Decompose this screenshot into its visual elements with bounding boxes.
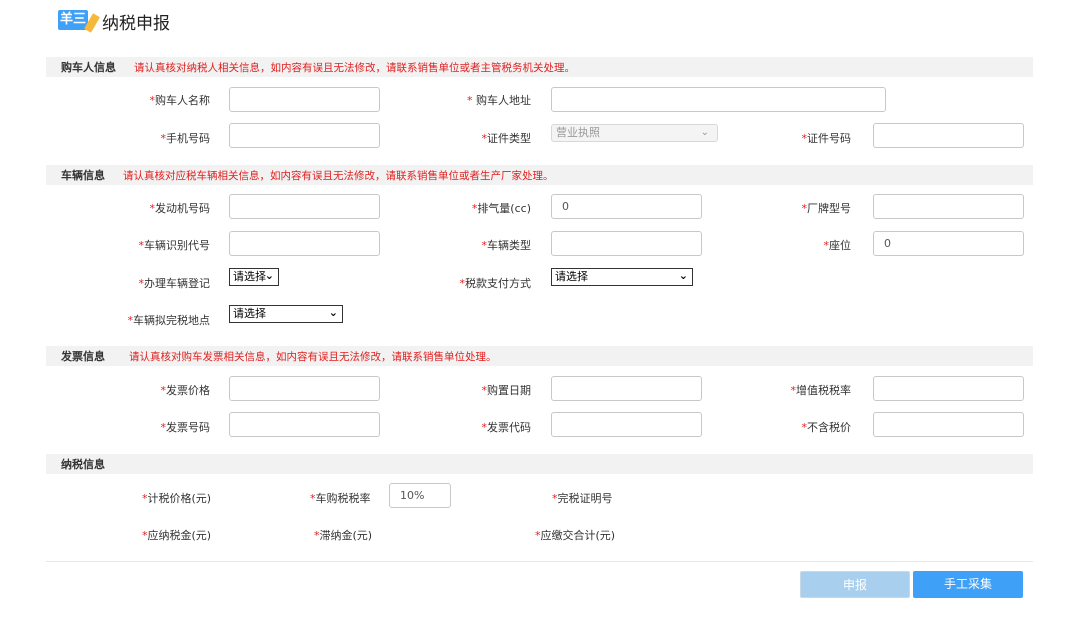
id-type-label: *证件类型 — [481, 132, 532, 145]
section-title: 购车人信息 — [61, 61, 116, 74]
purchase-tax-rate-input[interactable]: 10% — [389, 483, 451, 508]
tax-payable-label: *应纳税金(元) — [142, 529, 212, 542]
buyer-address-label: * 购车人地址 — [467, 94, 531, 107]
seats-input[interactable]: 0 — [873, 231, 1024, 256]
vehicle-type-input[interactable] — [551, 231, 702, 256]
late-fee-label: *滞纳金(元) — [314, 529, 373, 542]
model-input[interactable] — [873, 194, 1024, 219]
section-note: 请认真核对应税车辆相关信息，如内容有误且无法修改，请联系销售单位或者生产厂家处理… — [123, 169, 554, 182]
section-vehicle: 车辆信息 请认真核对应税车辆相关信息，如内容有误且无法修改，请联系销售单位或者生… — [46, 165, 1033, 185]
footer-divider — [46, 561, 1033, 562]
phone-label: *手机号码 — [160, 132, 211, 145]
phone-input[interactable] — [229, 123, 380, 148]
page-title: 纳税申报 — [102, 13, 170, 34]
chevron-down-icon: ⌄ — [700, 127, 709, 138]
vat-rate-label: *增值税税率 — [790, 384, 852, 397]
vat-rate-input[interactable] — [873, 376, 1024, 401]
invoice-no-input[interactable] — [229, 412, 380, 437]
registration-value: 请选择 — [233, 270, 266, 283]
section-title: 车辆信息 — [61, 169, 105, 182]
payment-method-select[interactable]: 请选择 ⌄ — [551, 268, 693, 286]
engine-no-input[interactable] — [229, 194, 380, 219]
displacement-input[interactable]: 0 — [551, 194, 702, 219]
id-type-value: 营业执照 — [556, 126, 600, 139]
invoice-code-label: *发票代码 — [481, 421, 532, 434]
price-ex-tax-input[interactable] — [873, 412, 1024, 437]
section-invoice: 发票信息 请认真核对购车发票相关信息，如内容有误且无法修改，请联系销售单位处理。 — [46, 346, 1033, 366]
section-tax: 纳税信息 — [46, 454, 1033, 474]
payment-method-value: 请选择 — [555, 270, 588, 283]
id-number-label: *证件号码 — [801, 132, 852, 145]
invoice-price-input[interactable] — [229, 376, 380, 401]
invoice-code-input[interactable] — [551, 412, 702, 437]
section-note: 请认真核对购车发票相关信息，如内容有误且无法修改，请联系销售单位处理。 — [129, 350, 497, 363]
page-header: 羊三 纳税申报 — [58, 6, 170, 36]
buyer-name-label: *购车人名称 — [149, 94, 211, 107]
payment-method-label: *税款支付方式 — [459, 277, 532, 290]
purchase-date-input[interactable] — [551, 376, 702, 401]
displacement-label: *排气量(cc) — [471, 202, 531, 215]
chevron-down-icon: ⌄ — [678, 269, 688, 282]
app-logo: 羊三 — [58, 8, 100, 34]
vin-label: *车辆识别代号 — [138, 239, 211, 252]
model-label: *厂牌型号 — [801, 202, 852, 215]
vin-input[interactable] — [229, 231, 380, 256]
price-ex-tax-label: *不含税价 — [801, 421, 852, 434]
id-number-input[interactable] — [873, 123, 1024, 148]
total-payable-label: *应缴交合计(元) — [535, 529, 616, 542]
seats-label: *座位 — [823, 239, 852, 252]
engine-no-label: *发动机号码 — [149, 202, 211, 215]
chevron-down-icon: ⌄ — [328, 306, 338, 319]
invoice-no-label: *发票号码 — [160, 421, 211, 434]
tax-location-value: 请选择 — [233, 307, 266, 320]
chevron-down-icon: ⌄ — [264, 269, 274, 282]
tax-cert-no-label: *完税证明号 — [552, 492, 613, 505]
registration-label: *办理车辆登记 — [138, 277, 211, 290]
submit-button[interactable]: 申报 — [800, 571, 910, 598]
buyer-address-input[interactable] — [551, 87, 886, 112]
invoice-price-label: *发票价格 — [160, 384, 211, 397]
section-title: 纳税信息 — [61, 458, 105, 471]
tax-location-select[interactable]: 请选择 ⌄ — [229, 305, 343, 323]
purchase-tax-rate-label: *车购税税率 — [310, 492, 371, 505]
registration-select[interactable]: 请选择 ⌄ — [229, 268, 279, 286]
manual-collect-button[interactable]: 手工采集 — [913, 571, 1023, 598]
vehicle-type-label: *车辆类型 — [481, 239, 532, 252]
tax-location-label: *车辆拟完税地点 — [127, 314, 211, 327]
taxable-price-label: *计税价格(元) — [142, 492, 212, 505]
section-title: 发票信息 — [61, 350, 105, 363]
buyer-name-input[interactable] — [229, 87, 380, 112]
purchase-date-label: *购置日期 — [481, 384, 532, 397]
section-note: 请认真核对纳税人相关信息，如内容有误且无法修改，请联系销售单位或者主管税务机关处… — [134, 61, 575, 74]
id-type-select[interactable]: 营业执照 ⌄ — [551, 124, 718, 142]
section-buyer: 购车人信息 请认真核对纳税人相关信息，如内容有误且无法修改，请联系销售单位或者主… — [46, 57, 1033, 77]
